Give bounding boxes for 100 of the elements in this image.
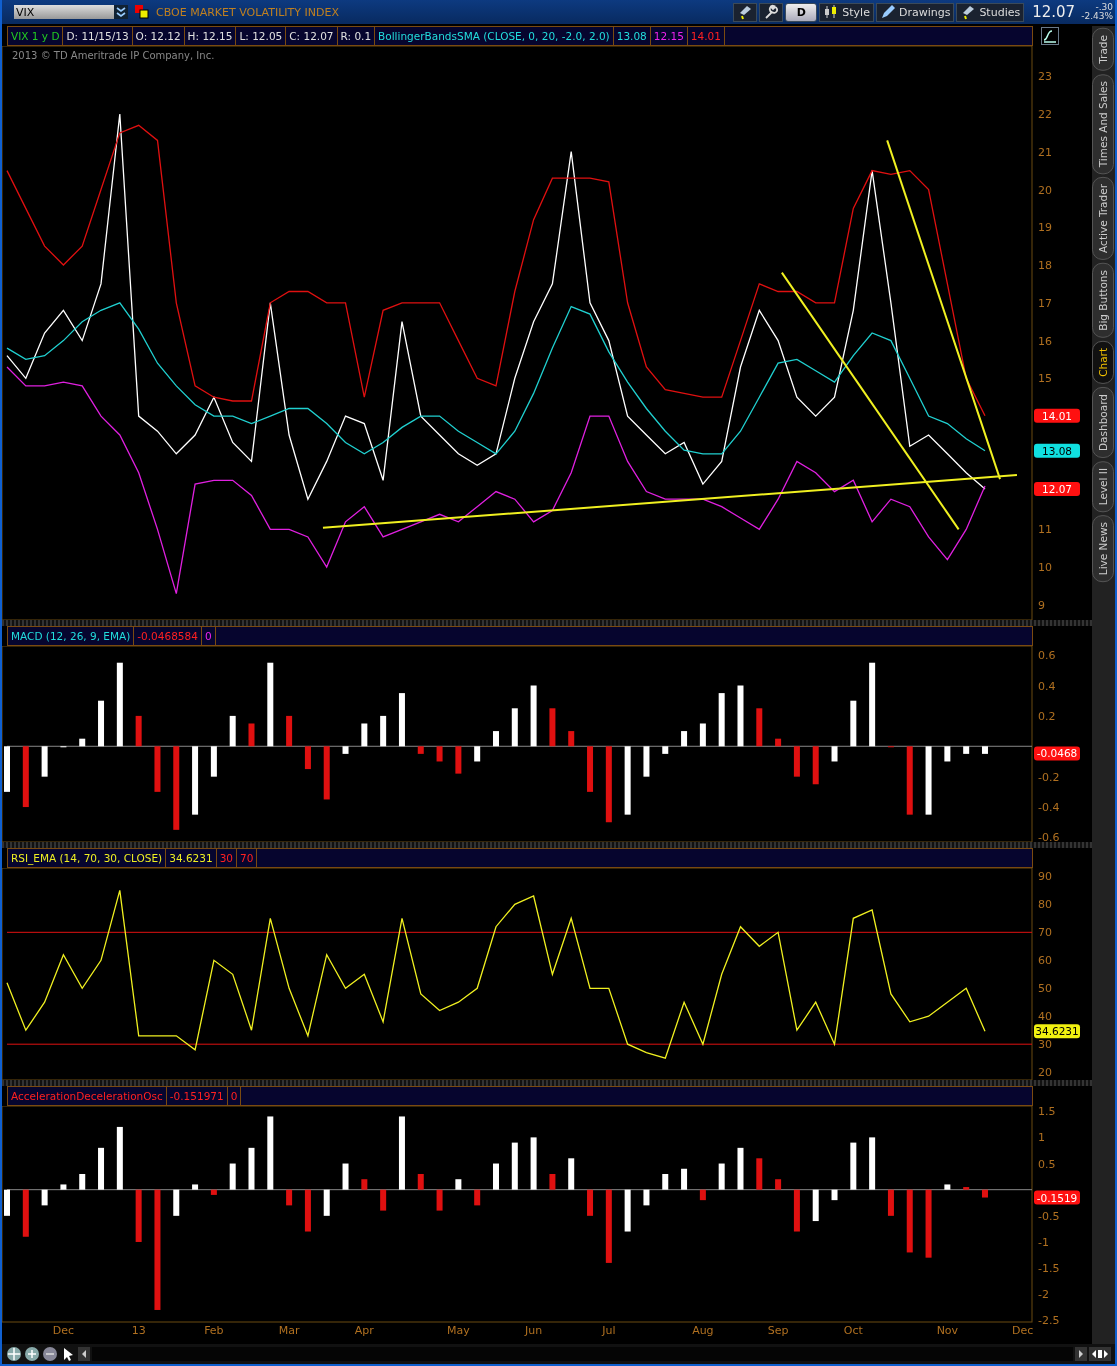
study-value: 12.15 [650,27,688,45]
squares-icon[interactable] [134,4,150,20]
study-title: VIX 1 y D [8,27,64,45]
x-axis-label: Mar [278,1324,300,1337]
y-axis-label: 30 [1038,1038,1052,1052]
x-axis-label: Oct [843,1324,863,1337]
y-axis-label: 70 [1038,926,1052,940]
y-axis-label: 16 [1038,334,1052,348]
side-tab[interactable]: Level II [1092,460,1114,512]
scroll-right-icon[interactable] [1075,1347,1087,1361]
dropdown-arrow-icon[interactable] [114,5,128,19]
study-value: 30 [216,849,237,867]
y-axis-label: -2 [1038,1288,1049,1302]
x-axis-label: Jul [602,1324,616,1337]
side-tab[interactable]: Dashboard [1092,386,1114,458]
study-value: 0 [227,1087,242,1105]
y-axis-label: 0.2 [1038,709,1056,723]
y-axis-label: -0.2 [1038,770,1060,784]
y-axis-label: -0.4 [1038,801,1060,815]
y-axis-label: 18 [1038,259,1052,273]
study-value: 34.6231 [166,849,217,867]
style-button[interactable]: Style [819,2,874,22]
expand-icon[interactable] [1089,1347,1111,1361]
price-marker-value: 13.08 [1041,444,1073,457]
side-tab[interactable]: Big Buttons [1092,262,1114,338]
x-axis-label: Nov [936,1324,959,1337]
x-axis-label: Aug [692,1324,714,1337]
y-axis-label: 9 [1038,598,1045,612]
scroll-left-icon[interactable] [78,1347,90,1361]
y-axis-label: 90 [1038,870,1052,884]
drawings-button[interactable]: Drawings [875,2,955,22]
zoom-out-icon[interactable] [42,1346,58,1362]
y-axis-label: -2.5 [1038,1314,1060,1328]
symbol-field[interactable]: VIX [14,5,128,19]
symbol-description: CBOE MARKET VOLATILITY INDEX [156,5,340,19]
copyright-text: 2013 © TD Ameritrade IP Company, Inc. [12,50,215,61]
study-value: C: 12.07 [286,27,338,45]
study-value: -0.151971 [166,1087,228,1105]
crosshair-icon[interactable] [6,1346,22,1362]
study-value: 14.01 [687,27,725,45]
x-axis-label: May [447,1324,470,1337]
study-title: RSI_EMA (14, 70, 30, CLOSE) [8,849,167,867]
y-axis-label: 17 [1038,296,1052,310]
y-axis-label: 20 [1038,183,1052,197]
price-change: -.30 [1094,3,1113,12]
x-axis-label: Feb [204,1324,224,1337]
y-axis-label: -1.5 [1038,1262,1060,1276]
settings-button[interactable] [759,2,784,22]
study-value: 0 [201,627,216,645]
x-axis-label: Dec [52,1324,75,1337]
x-axis-label: Sep [767,1324,789,1337]
study-value: 70 [237,849,258,867]
y-axis-label: 60 [1038,954,1052,968]
y-axis-label: 50 [1038,982,1052,996]
y-axis-label: 80 [1038,898,1052,912]
y-axis-label: -1 [1038,1236,1049,1249]
y-axis-label: -0.5 [1038,1209,1060,1223]
x-axis-label: Apr [354,1324,374,1337]
y-axis-label: 1 [1038,1131,1045,1145]
side-tab[interactable]: Times And Sales [1092,73,1114,175]
y-axis-label: 0.4 [1038,679,1056,693]
pencil-icon [879,4,896,20]
price-marker-value: 34.6231 [1035,1025,1079,1038]
y-axis-label: 0.5 [1038,1157,1056,1171]
x-axis-label: Dec [1011,1324,1034,1337]
pen-tool-button[interactable] [733,2,758,22]
x-axis-label: Jun [525,1324,543,1337]
side-tab[interactable]: Chart [1092,340,1114,384]
price-marker-value: 14.01 [1041,409,1073,422]
study-value: -0.0468584 [134,627,202,645]
study-value: O: 12.12 [132,27,185,45]
y-axis-label: 22 [1038,107,1052,121]
side-tab[interactable]: Trade [1092,28,1114,71]
y-axis-label: 40 [1038,1010,1052,1024]
side-tab[interactable]: Active Trader [1092,177,1114,260]
y-axis-label: -0.6 [1038,831,1060,842]
y-axis-label: 11 [1038,523,1052,537]
y-axis-label: 10 [1038,561,1052,575]
price-marker-value: -0.1519 [1036,1191,1078,1204]
side-tab[interactable]: Live News [1092,514,1114,582]
curve-icon[interactable] [1041,27,1059,45]
study-value: D: 11/15/13 [63,27,133,45]
study-value: 13.08 [613,27,651,45]
period-button[interactable]: D [785,2,818,22]
percent-change: -2.43% [1081,12,1113,21]
price-marker-value: 12.07 [1041,482,1073,495]
y-axis-label: 20 [1038,1066,1052,1080]
study-title: AccelerationDecelerationOsc [8,1087,167,1105]
studies-button[interactable]: Studies [956,2,1025,22]
study-value: L: 12.05 [236,27,287,45]
y-axis-label: 1.5 [1038,1106,1056,1119]
y-axis-label: 23 [1038,70,1052,84]
y-axis-label: 21 [1038,145,1052,159]
study-title: MACD (12, 26, 9, EMA) [8,627,135,645]
price-marker-value: -0.0468 [1036,747,1078,760]
study-value: BollingerBandsSMA (CLOSE, 0, 20, -2.0, 2.0) [375,27,614,45]
x-axis-label: 13 [131,1324,146,1337]
y-axis-label: 15 [1038,372,1052,386]
zoom-in-icon[interactable] [24,1346,40,1362]
y-axis-label: 19 [1038,221,1052,235]
